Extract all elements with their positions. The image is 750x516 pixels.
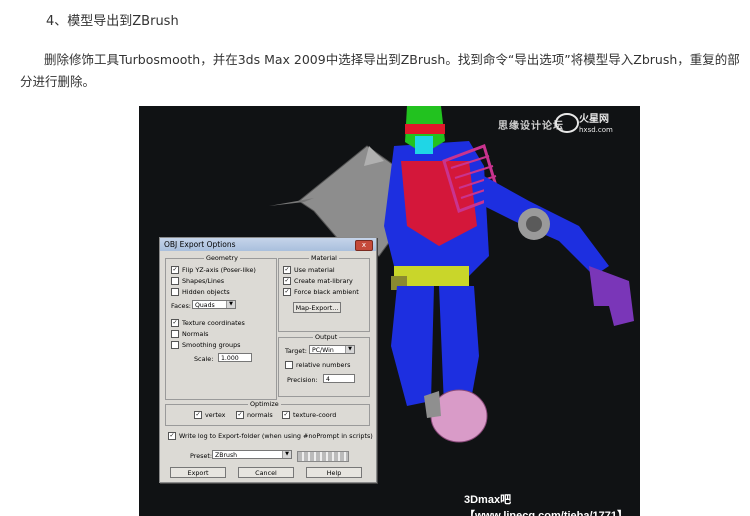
optimize-group-title: Optimize [248, 400, 281, 408]
close-icon[interactable]: x [355, 240, 373, 251]
texture-coordinates-label: Texture coordinates [182, 319, 245, 327]
texture-coord-checkbox[interactable]: ✓ [282, 411, 290, 419]
texture-coordinates-option[interactable]: ✓ Texture coordinates [171, 319, 245, 327]
geometry-group-title: Geometry [204, 254, 240, 262]
create-mat-library-checkbox[interactable]: ✓ [283, 277, 291, 285]
scale-spinner[interactable]: 1.000 [218, 353, 252, 362]
precision-spinner-value: 4 [326, 376, 330, 383]
optimize-group: Optimize ✓ vertex ✓ normals ✓ texture-co… [165, 400, 370, 426]
obj-export-dialog: OBJ Export Options x Geometry ✓ Flip YZ-… [159, 237, 377, 483]
chevron-down-icon: ▼ [282, 451, 291, 458]
vertex-label: vertex [205, 411, 226, 419]
section-heading: 4、模型导出到ZBrush [46, 14, 179, 29]
texture-coordinates-checkbox[interactable]: ✓ [171, 319, 179, 327]
dialog-titlebar: OBJ Export Options x [160, 238, 376, 251]
write-log-label: Write log to Export-folder (when using #… [179, 432, 373, 440]
preset-select[interactable]: ZBrush ▼ [212, 450, 292, 459]
help-button[interactable]: Help [306, 467, 362, 478]
material-group: Material ✓ Use material ✓ Create mat-lib… [278, 254, 370, 332]
force-black-ambient-checkbox[interactable]: ✓ [283, 288, 291, 296]
faces-select-value: Quads [195, 302, 215, 309]
shapes-lines-label: Shapes/Lines [182, 277, 225, 285]
scale-spinner-value: 1.000 [221, 355, 239, 362]
create-mat-library-label: Create mat-library [294, 277, 353, 285]
texture-coord-label: texture-coord [293, 411, 337, 419]
target-select-value: PC/Win [312, 347, 334, 354]
smoothing-groups-option[interactable]: Smoothing groups [171, 341, 240, 349]
vertex-checkbox[interactable]: ✓ [194, 411, 202, 419]
flip-yz-label: Flip YZ-axis (Poser-like) [182, 266, 256, 274]
flip-yz-option[interactable]: ✓ Flip YZ-axis (Poser-like) [171, 266, 256, 274]
output-group: Output Target: PC/Win ▼ relative numbers… [278, 333, 370, 397]
scale-label: Scale: [194, 355, 214, 363]
use-material-label: Use material [294, 266, 335, 274]
target-select[interactable]: PC/Win ▼ [309, 345, 355, 354]
use-material-checkbox[interactable]: ✓ [283, 266, 291, 274]
faces-label: Faces: [171, 302, 191, 310]
normals-checkbox[interactable] [171, 330, 179, 338]
faces-select[interactable]: Quads ▼ [192, 300, 236, 309]
shapes-lines-checkbox[interactable] [171, 277, 179, 285]
section-paragraph: 删除修饰工具Turbosmooth，并在3ds Max 2009中选择导出到ZB… [20, 52, 740, 89]
preset-label: Preset: [190, 452, 213, 460]
force-black-ambient-label: Force black ambient [294, 288, 359, 296]
write-log-checkbox[interactable]: ✓ [168, 432, 176, 440]
svg-text:火星网: 火星网 [579, 113, 609, 125]
hxsd-logo-icon: 火星网 hxsd.com [555, 113, 613, 134]
smoothing-groups-checkbox[interactable] [171, 341, 179, 349]
output-group-title: Output [313, 333, 340, 341]
material-group-title: Material [309, 254, 339, 262]
preset-toolbar-icons[interactable] [297, 451, 349, 462]
relative-numbers-checkbox[interactable] [285, 361, 293, 369]
preset-select-value: ZBrush [215, 452, 238, 459]
normals-optimize-checkbox[interactable]: ✓ [236, 411, 244, 419]
use-material-option[interactable]: ✓ Use material [283, 266, 335, 274]
chevron-down-icon: ▼ [345, 346, 354, 353]
smoothing-groups-label: Smoothing groups [182, 341, 241, 349]
flip-yz-checkbox[interactable]: ✓ [171, 266, 179, 274]
dialog-title: OBJ Export Options [164, 240, 236, 249]
hidden-objects-checkbox[interactable] [171, 288, 179, 296]
svg-text:hxsd.com: hxsd.com [579, 126, 613, 134]
target-label: Target: [285, 347, 307, 355]
export-button[interactable]: Export [170, 467, 226, 478]
precision-label: Precision: [287, 376, 318, 384]
shapes-lines-option[interactable]: Shapes/Lines [171, 277, 224, 285]
normals-label: Normals [182, 330, 209, 338]
relative-numbers-option[interactable]: relative numbers [285, 361, 350, 369]
force-black-ambient-option[interactable]: ✓ Force black ambient [283, 288, 359, 296]
precision-spinner[interactable]: 4 [323, 374, 355, 383]
relative-numbers-label: relative numbers [296, 361, 351, 369]
map-export-button[interactable]: Map-Export... [293, 302, 341, 313]
texture-coord-option[interactable]: ✓ texture-coord [282, 411, 336, 419]
chevron-down-icon: ▼ [226, 301, 235, 308]
normals-option[interactable]: Normals [171, 330, 208, 338]
hidden-objects-option[interactable]: Hidden objects [171, 288, 230, 296]
normals-optimize-option[interactable]: ✓ normals [236, 411, 273, 419]
vertex-option[interactable]: ✓ vertex [194, 411, 225, 419]
geometry-group: Geometry ✓ Flip YZ-axis (Poser-like) Sha… [165, 254, 277, 400]
create-mat-library-option[interactable]: ✓ Create mat-library [283, 277, 353, 285]
cancel-button[interactable]: Cancel [238, 467, 294, 478]
screenshot-figure: 思缘设计论坛 火星网 hxsd.com 3Dmax吧【www.linecg.co… [139, 106, 640, 516]
hidden-objects-label: Hidden objects [182, 288, 230, 296]
write-log-option[interactable]: ✓ Write log to Export-folder (when using… [168, 432, 373, 440]
normals-optimize-label: normals [247, 411, 273, 419]
watermark-url: 3Dmax吧【www.linecg.com/tieba/1771】 [464, 494, 629, 516]
